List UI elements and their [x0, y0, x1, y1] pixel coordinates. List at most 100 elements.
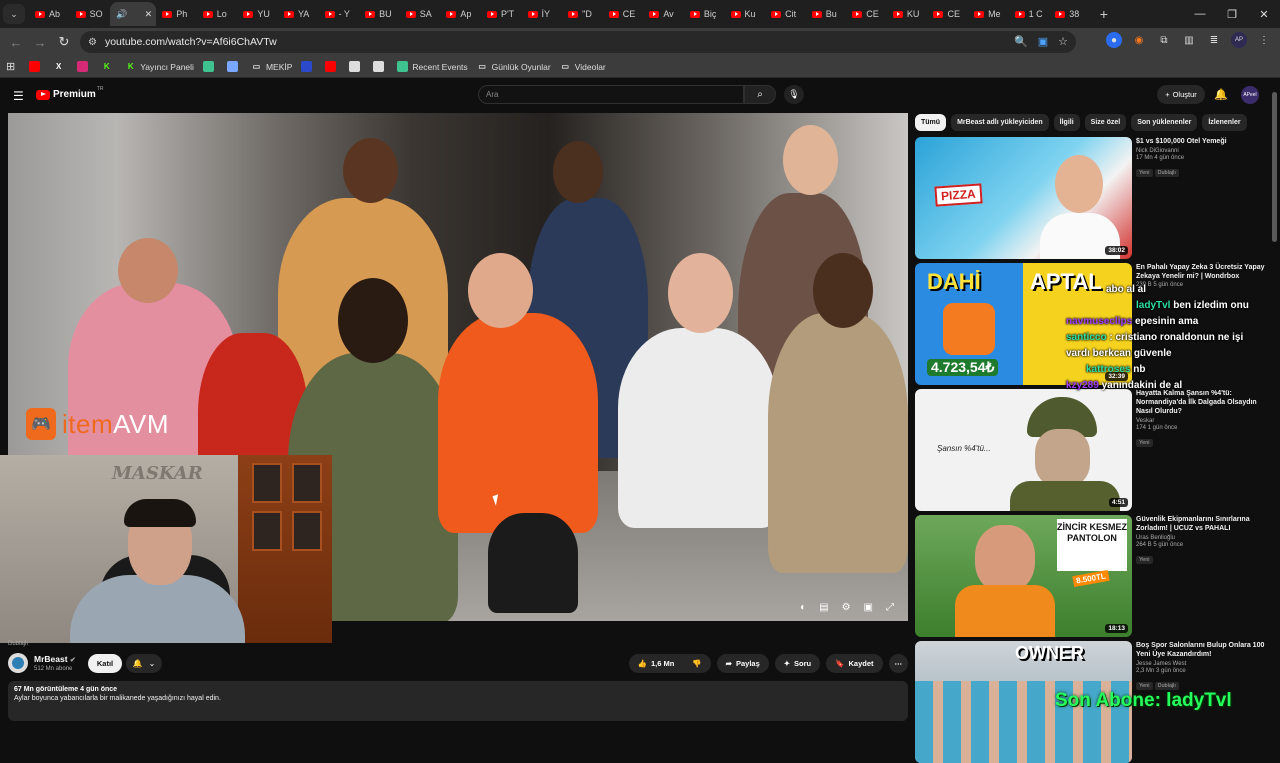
new-tab-button[interactable]: + — [1094, 6, 1114, 22]
browser-tab[interactable]: CE — [603, 2, 644, 26]
recommendation-channel[interactable]: Nick DiGiovanni — [1136, 148, 1271, 154]
filter-chip[interactable]: Size özel — [1084, 114, 1127, 131]
bookmark-item[interactable] — [202, 61, 218, 72]
forward-icon[interactable]: → — [28, 35, 52, 50]
filter-chip[interactable]: MrBeast adlı yükleyiciden — [951, 114, 1049, 131]
youtube-logo[interactable]: Premium TR — [36, 86, 103, 100]
join-button[interactable]: Katıl — [88, 654, 122, 673]
apps-grid-icon[interactable]: ⊞ — [6, 60, 15, 73]
subscription-bell-button[interactable]: 🔔 ⌄ — [126, 654, 162, 673]
browser-tab[interactable]: YU — [237, 2, 278, 26]
channel-avatar[interactable] — [8, 653, 28, 673]
bookmark-item[interactable] — [373, 61, 388, 72]
bookmark-item[interactable] — [77, 61, 92, 72]
site-info-icon[interactable]: ⚙ — [88, 37, 97, 48]
browser-tab[interactable]: Me — [968, 2, 1009, 26]
recommendation-thumbnail[interactable]: PIZZA 38:02 — [915, 137, 1132, 259]
account-avatar[interactable]: APeel — [1241, 86, 1259, 104]
bookmark-item[interactable]: ▭ MEKİP — [251, 61, 293, 72]
browser-tab[interactable]: 38 — [1049, 2, 1090, 26]
browser-tab[interactable]: Cit — [765, 2, 806, 26]
recommendation-title[interactable]: $1 vs $100,000 Otel Yemeği — [1136, 137, 1271, 146]
subtitles-icon[interactable]: ▤ — [819, 602, 828, 613]
profile-icon[interactable]: AP — [1231, 32, 1247, 48]
search-button[interactable]: ⌕ — [744, 85, 776, 104]
browser-tab[interactable]: - Y — [319, 2, 360, 26]
create-button[interactable]: + Oluştur — [1157, 85, 1205, 104]
settings-gear-icon[interactable]: ⚙ — [842, 602, 851, 613]
recommendation-channel[interactable]: Veskar — [1136, 418, 1271, 424]
extensions-puzzle-icon[interactable]: ⧉ — [1156, 32, 1172, 48]
bookmark-item[interactable] — [226, 61, 242, 72]
channel-name[interactable]: MrBeast ✔ — [34, 654, 76, 664]
bookmark-item[interactable]: ▭ Günlük Oyunlar — [477, 61, 550, 72]
browser-tab[interactable]: "D — [562, 2, 603, 26]
extension-orange-icon[interactable]: ◉ — [1131, 32, 1147, 48]
browser-tab[interactable]: YA — [278, 2, 319, 26]
browser-tab[interactable]: BU — [359, 2, 400, 26]
browser-tab[interactable]: İY — [522, 2, 563, 26]
bookmark-item[interactable]: X — [53, 61, 68, 72]
close-window-icon[interactable]: ✕ — [1248, 8, 1280, 21]
back-icon[interactable]: ← — [4, 35, 28, 50]
bookmark-item[interactable]: ▭ Videolar — [560, 61, 605, 72]
bookmark-item[interactable] — [29, 61, 44, 72]
recommendation-channel[interactable]: Uras Benlioğlu — [1136, 535, 1271, 541]
cast-icon[interactable]: ▣ — [1038, 35, 1048, 48]
reading-list-icon[interactable]: ≣ — [1206, 32, 1222, 48]
close-tab-icon[interactable]: ✕ — [145, 9, 153, 20]
browser-tab[interactable]: 1 C — [1009, 2, 1050, 26]
restore-icon[interactable]: ❐ — [1216, 8, 1248, 21]
address-bar[interactable]: ⚙ youtube.com/watch?v=Af6i6ChAVTw 🔍 ▣ ☆ — [80, 31, 1076, 53]
bookmark-item[interactable] — [301, 61, 316, 72]
tab-search-icon[interactable]: ⌄ — [3, 4, 25, 24]
browser-tab[interactable]: SO — [70, 2, 111, 26]
filter-chip[interactable]: Tümü — [915, 114, 947, 131]
filter-chip[interactable]: Son yüklenenler — [1131, 114, 1198, 131]
notifications-bell-icon[interactable]: 🔔 — [1214, 88, 1228, 101]
browser-tab[interactable]: CE — [927, 2, 968, 26]
save-button[interactable]: 🔖 Kaydet — [826, 654, 883, 673]
browser-tab[interactable]: KU — [887, 2, 928, 26]
bookmark-item[interactable] — [349, 61, 364, 72]
browser-tab[interactable]: Biç — [684, 2, 725, 26]
bookmark-item[interactable]: Recent Events — [397, 61, 468, 72]
fullscreen-icon[interactable]: ⤢ — [886, 602, 894, 613]
browser-tab[interactable]: Bu — [806, 2, 847, 26]
filter-chip[interactable]: İzlenenler — [1202, 114, 1247, 131]
browser-tab[interactable]: Ab — [29, 2, 70, 26]
zoom-icon[interactable]: 🔍 — [1014, 35, 1028, 48]
bookmark-star-icon[interactable]: ☆ — [1058, 35, 1068, 48]
sidepanel-icon[interactable]: ▥ — [1181, 32, 1197, 48]
recommendation-thumbnail[interactable]: Şansın %4'tü... 4:51 — [915, 389, 1132, 511]
browser-tab[interactable]: Ph — [156, 2, 197, 26]
recommendation-channel[interactable]: Jesse James West — [1136, 661, 1271, 667]
browser-tab[interactable]: P'T — [481, 2, 522, 26]
bookmark-item[interactable]: K Yayıncı Paneli — [125, 61, 194, 72]
share-button[interactable]: ➦ Paylaş — [716, 654, 769, 673]
browser-menu-icon[interactable]: ⋮ — [1256, 32, 1272, 48]
recommendation-title[interactable]: Boş Spor Salonlarını Bulup Onlara 100 Ye… — [1136, 641, 1271, 659]
sidebar-scrollbar[interactable] — [1272, 92, 1277, 242]
bookmark-item[interactable]: K — [101, 61, 116, 72]
reload-icon[interactable]: ↻ — [52, 34, 76, 50]
like-button[interactable]: 👍 1,6 Mn 👎 — [628, 654, 711, 673]
miniplayer-icon[interactable]: ▣ — [864, 602, 873, 613]
browser-tab[interactable]: Ku — [725, 2, 766, 26]
recommendation-item[interactable]: ZİNCİR KESMEZ PANTOLON 8.500TL 18:13 Güvenl… — [915, 515, 1275, 637]
ask-button[interactable]: ✦ Soru — [774, 654, 821, 673]
extension-blue-icon[interactable]: ● — [1106, 32, 1122, 48]
dislike-icon[interactable]: 👎 — [692, 659, 701, 668]
browser-tab[interactable]: 🔊 ✕ — [110, 2, 157, 26]
more-actions-button[interactable]: ⋯ — [888, 654, 908, 673]
hamburger-menu-icon[interactable]: ☰ — [13, 89, 24, 103]
browser-tab[interactable]: Lo — [197, 2, 238, 26]
recommendation-title[interactable]: Güvenlik Ekipmanlarını Sınırlarına Zorla… — [1136, 515, 1271, 533]
autoplay-toggle-icon[interactable]: ◐ — [800, 602, 806, 613]
recommendation-thumbnail[interactable]: ZİNCİR KESMEZ PANTOLON 8.500TL 18:13 — [915, 515, 1132, 637]
filter-chip[interactable]: İlgili — [1053, 114, 1080, 131]
browser-tab[interactable]: CE — [846, 2, 887, 26]
voice-search-icon[interactable]: 🎙 — [784, 85, 804, 104]
bookmark-item[interactable] — [325, 61, 340, 72]
browser-tab[interactable]: SA — [400, 2, 441, 26]
